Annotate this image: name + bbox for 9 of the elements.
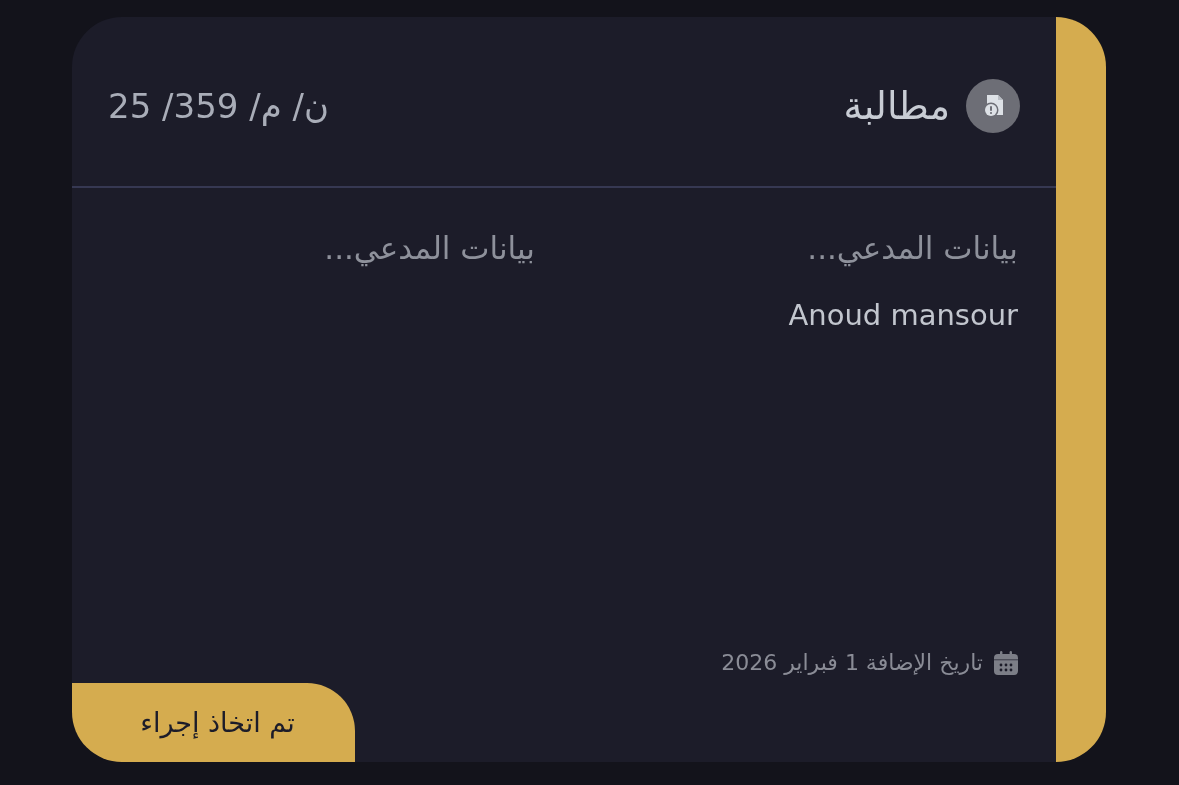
field-label: بيانات المدعي... [324,230,535,266]
field-label: بيانات المدعي... [807,230,1018,266]
calendar-icon [994,650,1018,675]
status-badge: تم اتخاذ إجراء [72,683,355,762]
document-alert-icon [966,78,1020,133]
date-added: تاريخ الإضافة 1 فبراير 2026 [721,650,983,675]
reference-number: ن/ م/ 359/ 25 [108,85,329,126]
field-value: Anoud mansour [788,298,1018,332]
card-type-title: مطالبة [843,83,950,128]
